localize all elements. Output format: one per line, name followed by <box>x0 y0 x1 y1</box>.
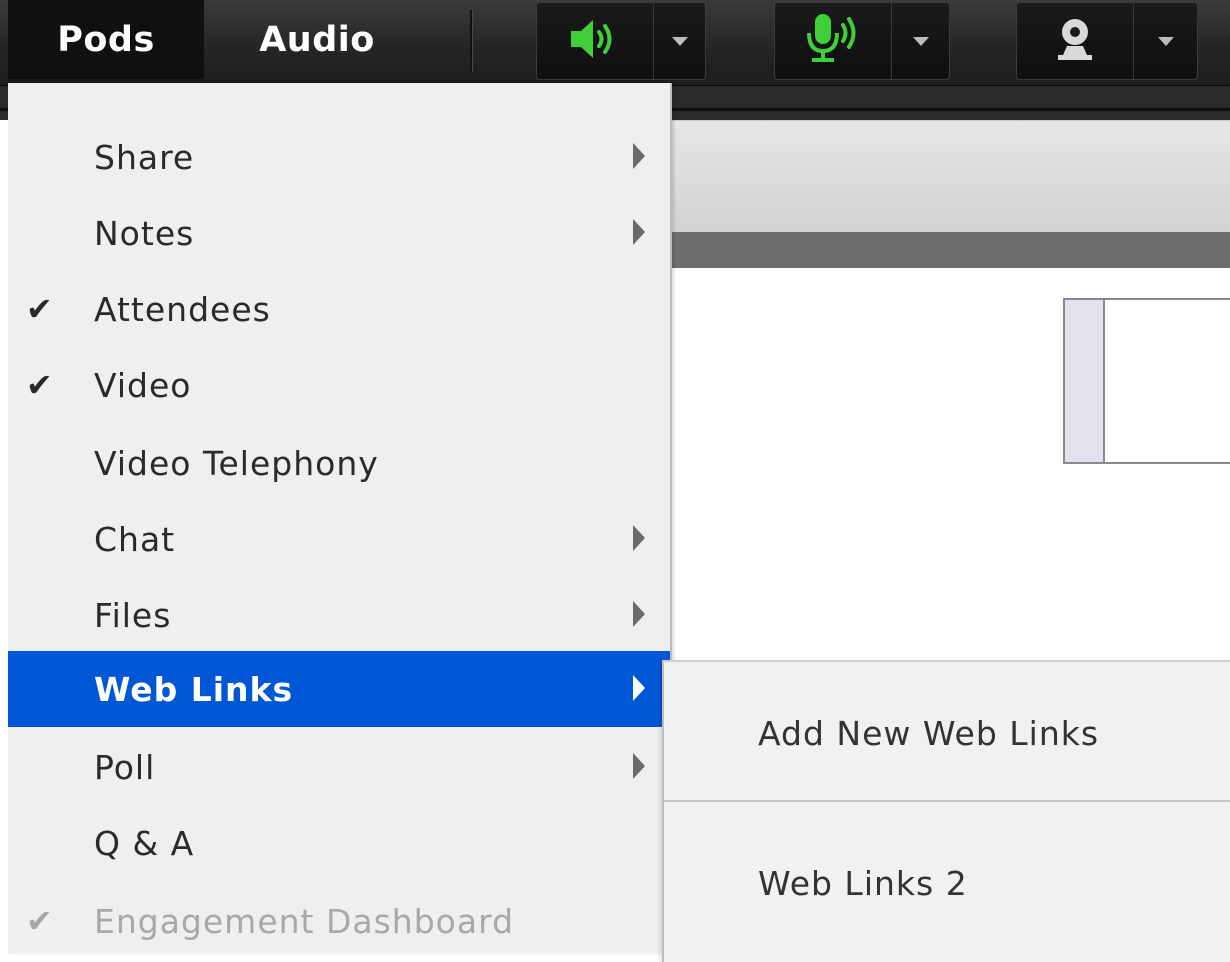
menu-item-video[interactable]: ✔ Video <box>8 347 670 423</box>
submenu-arrow-icon <box>633 675 645 701</box>
menu-item-video-telephony[interactable]: Video Telephony <box>8 425 670 501</box>
webcam-dropdown-button[interactable] <box>1134 3 1197 79</box>
menu-item-label: Files <box>94 595 172 635</box>
menu-item-web-links[interactable]: Web Links <box>8 651 670 727</box>
video-pod-frame <box>1063 298 1230 464</box>
microphone-dropdown-button[interactable] <box>892 3 949 79</box>
menu-pods[interactable]: Pods <box>8 0 204 79</box>
chevron-down-icon <box>671 36 688 46</box>
menu-item-attendees[interactable]: ✔ Attendees <box>8 271 670 347</box>
menu-item-label: Notes <box>94 213 195 253</box>
checkmark-icon: ✔ <box>26 290 54 328</box>
speaker-dropdown-button[interactable] <box>654 3 705 79</box>
submenu-arrow-icon <box>633 219 645 245</box>
speaker-button[interactable] <box>537 3 654 79</box>
submenu-arrow-icon <box>633 525 645 551</box>
webcam-control <box>1016 2 1198 80</box>
chevron-down-icon <box>1157 36 1174 46</box>
menu-item-share[interactable]: Share <box>8 119 670 195</box>
microphone-control <box>774 2 950 80</box>
menu-item-label: Chat <box>94 519 176 559</box>
pod-frame-stripe <box>1065 300 1105 462</box>
menu-item-label: Video Telephony <box>94 443 379 483</box>
divider <box>664 800 1230 802</box>
speaker-control <box>536 2 706 80</box>
checkmark-icon: ✔ <box>26 902 54 940</box>
menu-item-poll[interactable]: Poll <box>8 729 670 805</box>
submenu-arrow-icon <box>633 143 645 169</box>
menu-item-label: Engagement Dashboard <box>94 901 515 941</box>
menu-item-label: Poll <box>94 747 156 787</box>
chevron-down-icon <box>912 36 929 46</box>
menu-item-label: Video <box>94 365 192 405</box>
microphone-icon <box>801 11 865 71</box>
menu-item-label: Share <box>94 137 195 177</box>
menu-item-label: Web Links <box>94 669 294 709</box>
menu-item-q-and-a[interactable]: Q & A <box>8 805 670 881</box>
checkmark-icon: ✔ <box>26 366 54 404</box>
pods-menu: Share Notes ✔ Attendees ✔ Video Video Te… <box>8 83 672 953</box>
menu-item-engagement-dashboard: ✔ Engagement Dashboard <box>8 883 670 959</box>
pod-header <box>672 120 1230 233</box>
menu-item-label: Attendees <box>94 289 271 329</box>
menu-audio[interactable]: Audio <box>206 0 428 79</box>
menu-item-label: Q & A <box>94 823 195 863</box>
speaker-icon <box>567 15 623 67</box>
web-links-submenu: Add New Web Links Web Links 2 <box>662 660 1230 962</box>
webcam-button[interactable] <box>1017 3 1134 79</box>
submenu-item-label: Add New Web Links <box>758 713 1100 753</box>
submenu-item-web-links-2[interactable]: Web Links 2 <box>664 838 1230 928</box>
microphone-button[interactable] <box>775 3 892 79</box>
submenu-item-add-new-web-links[interactable]: Add New Web Links <box>664 688 1230 778</box>
menu-item-chat[interactable]: Chat <box>8 501 670 577</box>
menu-item-notes[interactable]: Notes <box>8 195 670 271</box>
webcam-icon <box>1053 15 1097 67</box>
submenu-arrow-icon <box>633 601 645 627</box>
submenu-item-label: Web Links 2 <box>758 863 968 903</box>
menu-item-files[interactable]: Files <box>8 577 670 653</box>
submenu-arrow-icon <box>633 753 645 779</box>
menubar: Pods Audio <box>0 0 1230 87</box>
menubar-separator <box>470 10 473 72</box>
pod-titlebar <box>672 232 1230 268</box>
